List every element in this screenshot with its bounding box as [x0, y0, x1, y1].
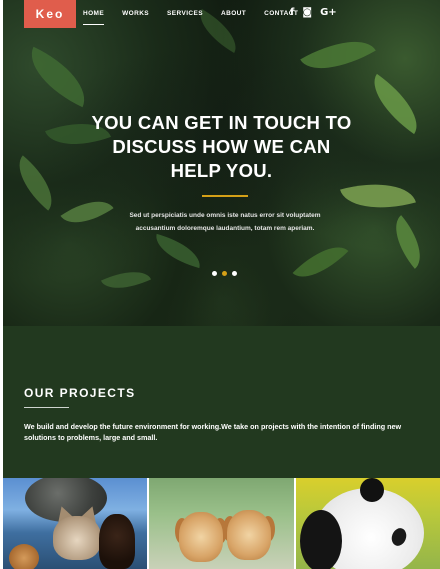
nav-item-home[interactable]: HOME	[83, 10, 105, 25]
leaf-decoration	[292, 234, 349, 290]
nav-item-about[interactable]: ABOUT	[221, 10, 246, 17]
slider-dot[interactable]	[232, 271, 237, 276]
puppy-shape	[179, 512, 223, 562]
gallery-image-panda[interactable]	[296, 478, 440, 569]
gallery-image-puppies[interactable]	[149, 478, 294, 569]
small-dog-shape	[9, 544, 39, 569]
gallery-image-cat-dogs[interactable]	[3, 478, 147, 569]
projects-section: OUR PROJECTS We build and develop the fu…	[3, 326, 440, 478]
hero-title-line: YOU CAN GET IN TOUCH TO	[91, 112, 352, 133]
hero-title-line: HELP YOU.	[170, 160, 273, 181]
panda-ear-shape	[360, 478, 384, 502]
hero-divider	[202, 195, 248, 197]
leaf-decoration	[60, 188, 114, 236]
hero-section: Keo HOME WORKS SERVICES ABOUT CONTACT f …	[3, 0, 440, 326]
cat-shape	[53, 516, 101, 560]
social-links: f ◙ G+	[290, 7, 337, 18]
slider-dots	[212, 271, 237, 276]
main-menu: HOME WORKS SERVICES ABOUT CONTACT	[83, 10, 316, 25]
facebook-icon[interactable]: f	[290, 7, 294, 18]
top-navigation: Keo HOME WORKS SERVICES ABOUT CONTACT f …	[3, 0, 440, 28]
instagram-icon[interactable]: ◙	[302, 7, 312, 18]
dark-dog-shape	[99, 514, 135, 569]
projects-divider	[24, 407, 69, 408]
leaf-decoration	[151, 233, 205, 269]
hero-title-line: DISCUSS HOW WE CAN	[112, 136, 331, 157]
leaf-decoration	[19, 46, 97, 108]
brand-logo[interactable]: Keo	[24, 0, 76, 28]
projects-description: We build and develop the future environm…	[24, 422, 402, 442]
slider-dot[interactable]	[212, 271, 217, 276]
project-gallery	[3, 478, 440, 569]
leaf-decoration	[382, 215, 434, 269]
hero-description: Sed ut perspiciatis unde omnis iste natu…	[129, 212, 321, 232]
projects-title: OUR PROJECTS	[24, 386, 136, 400]
nav-item-works[interactable]: WORKS	[122, 10, 149, 17]
leaf-decoration	[300, 24, 376, 86]
google-plus-icon[interactable]: G+	[320, 7, 337, 18]
panda-dark-shape	[300, 510, 342, 569]
puppy-shape	[227, 510, 271, 560]
hero-title: YOU CAN GET IN TOUCH TO DISCUSS HOW WE C…	[3, 111, 440, 183]
slider-dot-active[interactable]	[222, 271, 227, 276]
nav-item-services[interactable]: SERVICES	[167, 10, 203, 17]
leaf-decoration	[100, 261, 152, 299]
